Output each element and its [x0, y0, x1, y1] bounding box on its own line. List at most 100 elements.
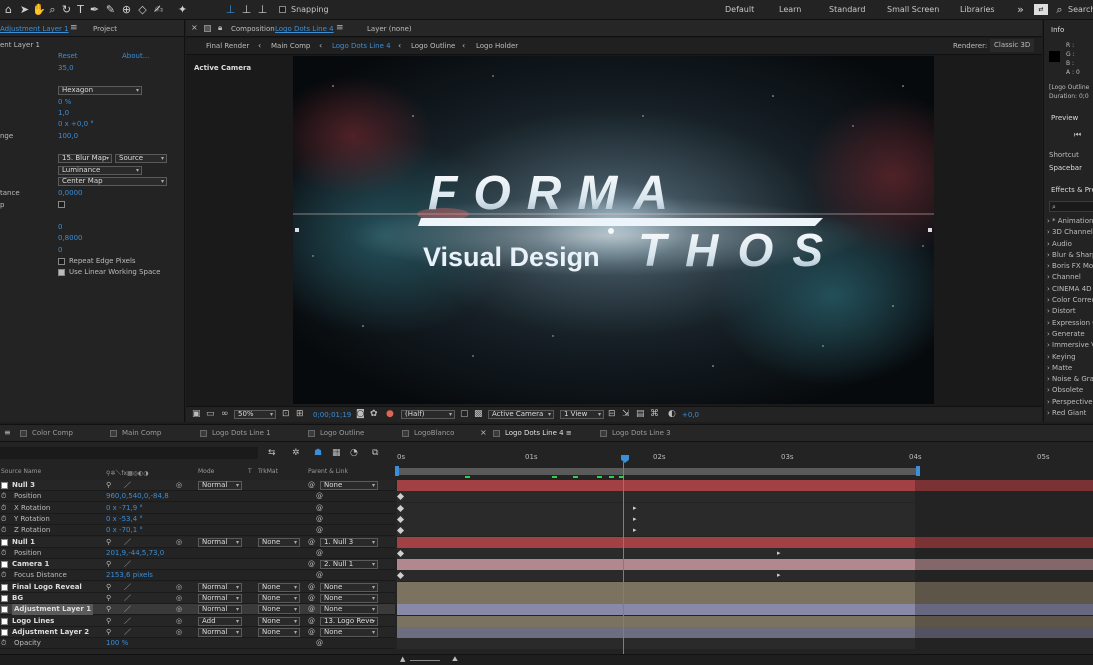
parent-dropdown[interactable]: None: [320, 582, 378, 592]
close-tab-icon[interactable]: ×: [191, 23, 198, 32]
tab-menu-icon[interactable]: ≡: [566, 429, 572, 437]
shy-switch-icon[interactable]: ⚲: [106, 537, 111, 548]
effect-category[interactable]: › Audio: [1047, 239, 1093, 250]
draft-3d-icon[interactable]: ✲: [292, 448, 300, 458]
tab-logo-dots-line-3[interactable]: Logo Dots Line 3: [600, 429, 671, 437]
pickwhip-icon[interactable]: @: [308, 480, 315, 491]
layer-name[interactable]: Final Logo Reveal: [12, 582, 82, 593]
breadcrumb-final-render[interactable]: Final Render: [206, 42, 249, 50]
transparency-grid-icon[interactable]: ▩: [474, 409, 483, 419]
linear-ws-checkbox[interactable]: [58, 269, 65, 276]
trkmat-dropdown[interactable]: None: [258, 616, 300, 626]
stopwatch-icon[interactable]: ⏱: [1, 570, 6, 581]
property-track[interactable]: ▸: [396, 502, 1093, 514]
property-track[interactable]: [396, 491, 1093, 503]
layer-row[interactable]: Camera 1 ⚲ ／ @2. Null 1: [0, 559, 395, 571]
comp-title[interactable]: Logo Dots Line 4: [275, 25, 334, 33]
channel-dropdown[interactable]: Luminance: [58, 166, 142, 175]
parent-dropdown[interactable]: None: [320, 594, 378, 603]
work-area-bar[interactable]: [397, 468, 918, 475]
layer-label-swatch[interactable]: [1, 561, 8, 569]
keyframe[interactable]: [396, 504, 405, 512]
camera-dropdown[interactable]: Active Camera: [488, 410, 554, 419]
property-row[interactable]: ⏱ Focus Distance 2153,6 pixels @: [0, 570, 395, 582]
source-name-header[interactable]: Source Name: [1, 468, 41, 475]
shortcut-value[interactable]: Spacebar: [1049, 164, 1082, 172]
search-label[interactable]: Search: [1068, 5, 1093, 14]
trkmat-dropdown[interactable]: None: [258, 582, 300, 592]
keyframe[interactable]: [396, 527, 405, 535]
effect-category[interactable]: › * Animation: [1047, 216, 1093, 227]
layer-label-swatch[interactable]: [1, 595, 8, 602]
tab-main-comp[interactable]: Main Comp: [110, 429, 161, 437]
work-area-end[interactable]: [916, 466, 920, 476]
workspace-small-screen[interactable]: Small Screen: [887, 5, 939, 14]
quality-switch-icon[interactable]: ／: [124, 537, 131, 548]
mode-dropdown[interactable]: Normal: [198, 605, 242, 615]
keyframe[interactable]: ▸: [777, 549, 781, 558]
mode-header[interactable]: Mode: [198, 468, 214, 475]
close-tab-icon[interactable]: ≡: [4, 428, 11, 437]
value-8[interactable]: 0,8000: [58, 234, 83, 242]
home-icon[interactable]: ⌂: [2, 3, 15, 16]
property-row[interactable]: ⏱ Position 201,9,-44,5,73,0 @: [0, 547, 395, 559]
effect-category[interactable]: › Generate: [1047, 329, 1093, 340]
grid-icon[interactable]: ⊞: [296, 409, 304, 419]
pickwhip-icon[interactable]: @: [308, 559, 315, 570]
flowchart-icon[interactable]: ⌘: [650, 409, 659, 419]
comp-mini-flowchart-icon[interactable]: ⇆: [268, 448, 276, 458]
parent-dropdown[interactable]: 13. Logo Reve: [320, 616, 378, 626]
layer-label-swatch[interactable]: [1, 583, 8, 591]
effect-category[interactable]: › Perspective: [1047, 397, 1093, 408]
workspace-default[interactable]: Default: [725, 5, 754, 14]
layer-row[interactable]: Adjustment Layer 1 ⚲ ／ Normal ◎ None @ None: [0, 604, 395, 616]
pen-tool-icon[interactable]: ✒: [88, 3, 101, 16]
keyframe[interactable]: [396, 572, 405, 580]
value-7[interactable]: 0: [58, 223, 62, 231]
local-axis-icon[interactable]: ⊥: [224, 3, 237, 16]
map-dropdown[interactable]: Center Map: [58, 177, 167, 186]
layer-row[interactable]: Adjustment Layer 2 ⚲ ／ Normal ◎ None @ None: [0, 626, 395, 638]
property-value[interactable]: 960,0,540,0,-84,8: [106, 491, 169, 502]
quality-switch-icon[interactable]: ／: [124, 627, 131, 638]
quality-switch-icon[interactable]: ／: [124, 480, 131, 491]
mode-dropdown[interactable]: Normal: [198, 481, 242, 490]
expression-pickwhip-icon[interactable]: @: [316, 514, 323, 525]
glasses-icon[interactable]: ∞: [221, 409, 229, 419]
trkmat-header[interactable]: TrkMat: [258, 468, 278, 475]
effects-search-input[interactable]: ⌕: [1049, 201, 1093, 212]
repeat-edge-checkbox[interactable]: [58, 258, 65, 265]
parent-dropdown[interactable]: None: [320, 481, 378, 490]
renderer-value[interactable]: Classic 3D: [990, 39, 1035, 52]
mode-dropdown[interactable]: Normal: [198, 582, 242, 592]
mode-dropdown[interactable]: Normal: [198, 627, 242, 637]
layer-name[interactable]: Logo Lines: [12, 616, 54, 627]
pickwhip-icon[interactable]: @: [308, 537, 315, 548]
layer-row[interactable]: Null 3 ⚲ ／ Normal ◎ @ None: [0, 480, 395, 491]
layer-bar[interactable]: [397, 604, 1093, 616]
property-value[interactable]: 0 x -71,9 °: [106, 503, 143, 514]
property-value[interactable]: 0 x -53,4 °: [106, 514, 143, 525]
selection-tool-icon[interactable]: ➤: [18, 3, 31, 16]
shape-dropdown[interactable]: Hexagon: [58, 86, 142, 95]
value-1[interactable]: 35,0: [58, 64, 74, 72]
layer-bar[interactable]: [397, 536, 1093, 548]
safe-zones-icon[interactable]: ⊡: [282, 409, 290, 419]
property-track[interactable]: ▸: [396, 570, 1093, 582]
reset-link[interactable]: Reset: [58, 51, 78, 62]
keyframe[interactable]: [396, 515, 405, 523]
expression-pickwhip-icon[interactable]: @: [316, 548, 323, 559]
more-workspaces-icon[interactable]: »: [1014, 3, 1027, 16]
property-track[interactable]: ▸: [396, 547, 1093, 559]
layer-row[interactable]: Logo Lines ⚲ ／ Add ◎ None @13. Logo Reve: [0, 615, 395, 627]
layer-name[interactable]: Camera 1: [12, 559, 49, 570]
breadcrumb-main-comp[interactable]: Main Comp: [271, 42, 310, 50]
layer-dropdown[interactable]: 15. Blur Map: [58, 154, 112, 163]
property-track[interactable]: ▸: [396, 513, 1093, 525]
work-area-start[interactable]: [395, 466, 399, 476]
clone-tool-icon[interactable]: ⊕: [120, 3, 133, 16]
layer-bar[interactable]: [397, 581, 1093, 593]
value-4[interactable]: 0 x +0,0 °: [58, 120, 94, 128]
tab-color-comp[interactable]: Color Comp: [20, 429, 73, 437]
layer-name[interactable]: Adjustment Layer 2: [12, 627, 89, 638]
